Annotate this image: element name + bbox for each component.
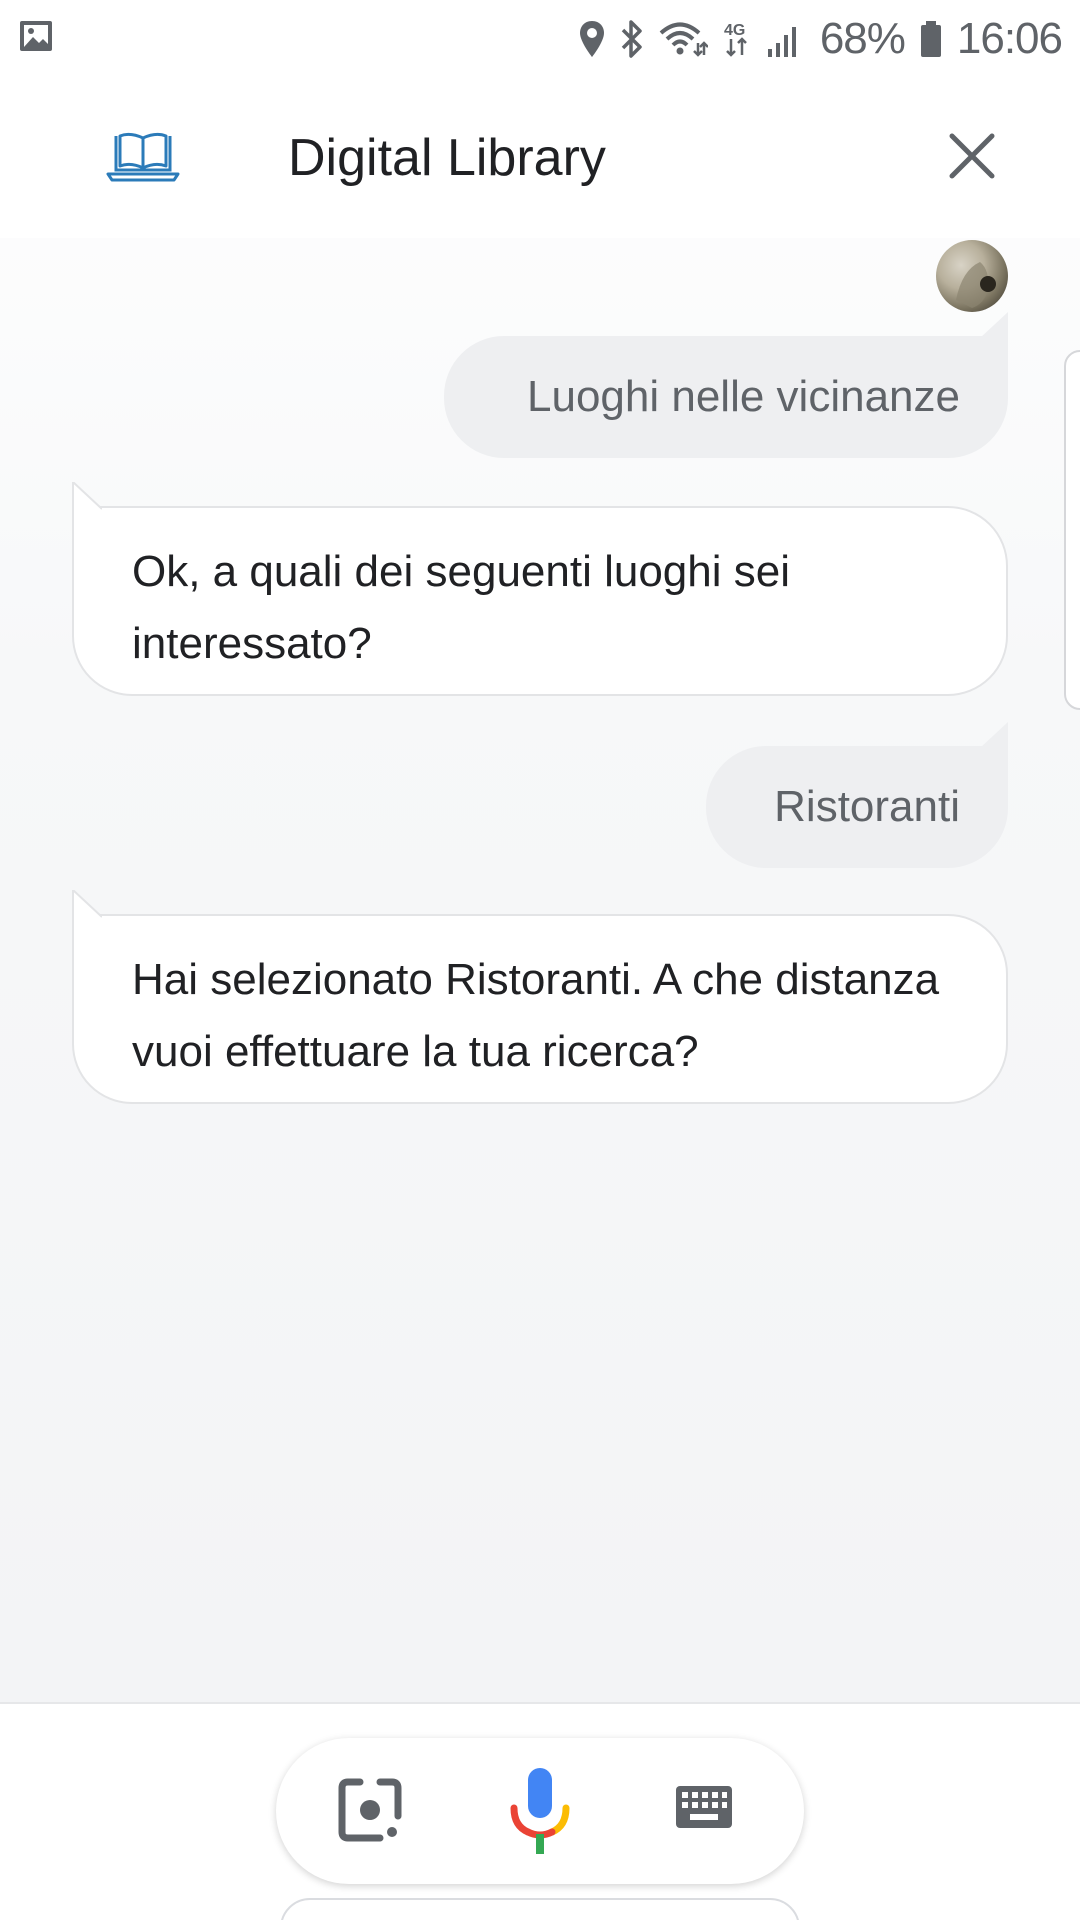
user-message-text: Luoghi nelle vicinanze [527, 372, 960, 421]
user-message: Ristoranti [706, 746, 1008, 868]
gallery-icon [20, 21, 52, 51]
user-message: Luoghi nelle vicinanze [444, 336, 1008, 458]
avatar-photo-icon [956, 262, 996, 308]
keyboard-icon[interactable] [674, 1784, 734, 1830]
assistant-message: Ok, a quali dei seguenti luoghi sei inte… [72, 482, 1008, 696]
assistant-message: Hai selezionato Ristoranti. A che distan… [72, 890, 1008, 1104]
lower-panel-edge [280, 1898, 800, 1920]
svg-text:4G: 4G [724, 22, 745, 39]
book-laptop-icon [106, 132, 180, 182]
bluetooth-icon [621, 20, 642, 58]
signal-icon [767, 27, 796, 57]
assistant-message-text: Ok, a quali dei seguenti luoghi sei inte… [132, 547, 790, 668]
page-title: Digital Library [288, 129, 606, 187]
battery-percent: 68% [819, 14, 906, 63]
status-bar: 4G 68% 16:06 [0, 0, 1080, 78]
battery-icon [920, 21, 941, 57]
input-pill [276, 1738, 804, 1884]
lens-icon[interactable] [338, 1778, 402, 1842]
app-header: Digital Library [0, 78, 1080, 238]
avatar [936, 240, 1008, 312]
close-icon[interactable] [946, 130, 998, 182]
assistant-screen: 4G 68% 16:06 Digital Library Luoghi nell… [0, 0, 1080, 1920]
wifi-icon [659, 22, 708, 57]
network-4g-icon: 4G [724, 22, 747, 57]
assistant-message-text: Hai selezionato Ristoranti. A che distan… [132, 955, 940, 1076]
user-message-text: Ristoranti [774, 782, 960, 831]
input-area [0, 1702, 1080, 1920]
microphone-icon[interactable] [508, 1766, 572, 1856]
bubble-tail [72, 482, 102, 510]
bubble-tail [72, 890, 102, 918]
location-icon [579, 21, 604, 57]
side-card-edge [1064, 350, 1080, 710]
clock: 16:06 [956, 14, 1063, 63]
